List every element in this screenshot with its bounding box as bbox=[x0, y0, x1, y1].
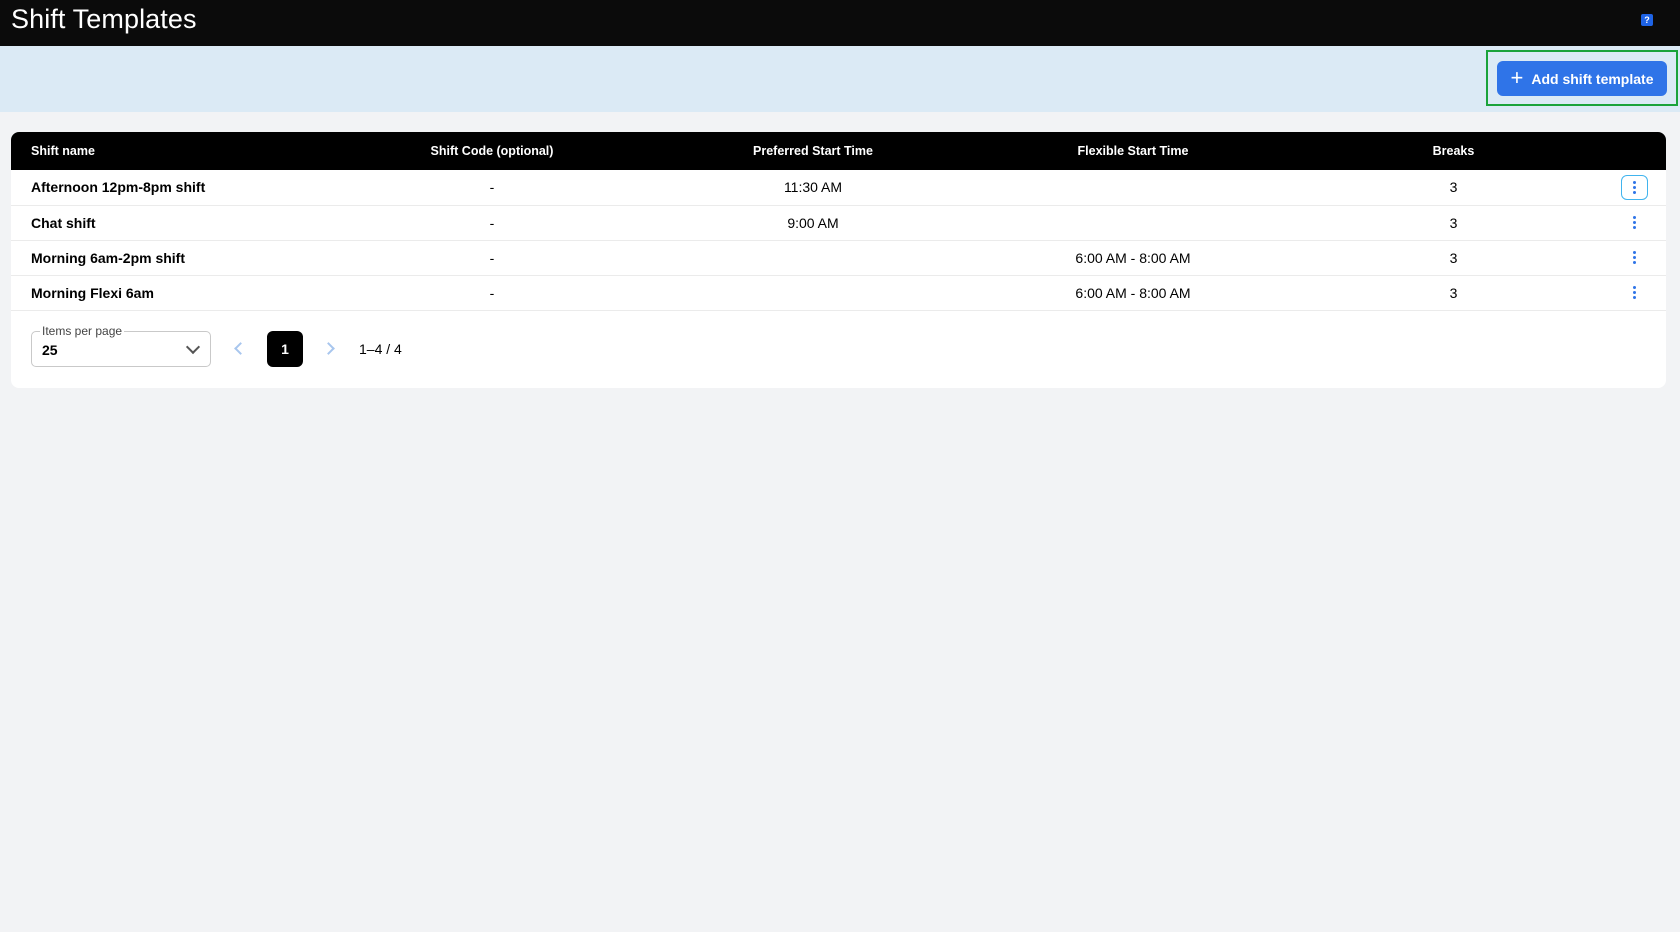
help-icon[interactable]: ? bbox=[1641, 14, 1653, 26]
cell-shift-name: Morning Flexi 6am bbox=[31, 284, 154, 301]
shift-templates-table: Shift name Shift Code (optional) Preferr… bbox=[11, 132, 1666, 311]
cell-flexible-start bbox=[973, 205, 1293, 240]
page-button-current[interactable]: 1 bbox=[267, 331, 303, 367]
cell-shift-code: - bbox=[489, 249, 495, 266]
cell-preferred-start bbox=[653, 275, 973, 310]
chevron-down-icon bbox=[185, 339, 201, 355]
table-header-row: Shift name Shift Code (optional) Preferr… bbox=[11, 132, 1666, 170]
chevron-left-icon[interactable] bbox=[234, 342, 247, 355]
table-row[interactable]: Morning Flexi 6am - 6:00 AM - 8:00 AM 3 bbox=[11, 275, 1666, 310]
cell-shift-code: - bbox=[489, 179, 495, 196]
cell-shift-code: - bbox=[489, 214, 495, 231]
items-per-page-select[interactable]: Items per page 25 bbox=[31, 324, 211, 367]
cell-flexible-start: 6:00 AM - 8:00 AM bbox=[1075, 284, 1191, 301]
cell-actions bbox=[1614, 205, 1666, 240]
toolbar bbox=[0, 46, 1680, 112]
cell-flexible-start: 6:00 AM - 8:00 AM bbox=[1075, 249, 1191, 266]
table-row[interactable]: Chat shift - 9:00 AM 3 bbox=[11, 205, 1666, 240]
more-vertical-icon[interactable] bbox=[1621, 210, 1648, 235]
column-header-shift-name[interactable]: Shift name bbox=[11, 132, 331, 170]
cell-breaks: 3 bbox=[1449, 249, 1458, 266]
cell-actions bbox=[1614, 275, 1666, 310]
cell-actions bbox=[1614, 240, 1666, 275]
cell-shift-code: - bbox=[489, 284, 495, 301]
plus-icon: + bbox=[1510, 64, 1524, 90]
items-per-page-label: Items per page bbox=[40, 324, 125, 338]
cell-preferred-start bbox=[653, 240, 973, 275]
shift-templates-card: Shift name Shift Code (optional) Preferr… bbox=[11, 132, 1666, 388]
more-vertical-icon[interactable] bbox=[1621, 280, 1648, 305]
page-title: Shift Templates bbox=[11, 4, 197, 34]
add-shift-template-button[interactable]: + Add shift template bbox=[1497, 61, 1667, 96]
cell-breaks: 3 bbox=[1449, 284, 1458, 301]
cell-shift-name: Chat shift bbox=[31, 214, 96, 231]
cell-shift-name: Afternoon 12pm-8pm shift bbox=[31, 179, 206, 196]
add-shift-template-label: Add shift template bbox=[1531, 70, 1654, 87]
cell-shift-name: Morning 6am-2pm shift bbox=[31, 249, 186, 266]
more-vertical-icon[interactable] bbox=[1621, 245, 1648, 270]
pagination-bar: Items per page 25 1 1–4 / 4 bbox=[11, 310, 1666, 388]
column-header-preferred-start[interactable]: Preferred Start Time bbox=[653, 132, 973, 170]
table-row[interactable]: Morning 6am-2pm shift - 6:00 AM - 8:00 A… bbox=[11, 240, 1666, 275]
column-header-shift-code[interactable]: Shift Code (optional) bbox=[331, 132, 653, 170]
column-header-breaks[interactable]: Breaks bbox=[1293, 132, 1614, 170]
cell-flexible-start bbox=[973, 170, 1293, 205]
cell-preferred-start: 9:00 AM bbox=[787, 214, 839, 231]
cell-breaks: 3 bbox=[1449, 214, 1458, 231]
column-header-actions bbox=[1614, 132, 1666, 170]
chevron-right-icon[interactable] bbox=[322, 342, 335, 355]
cell-preferred-start: 11:30 AM bbox=[783, 179, 843, 196]
pagination-range: 1–4 / 4 bbox=[359, 341, 402, 357]
top-bar: Shift Templates ? bbox=[0, 0, 1680, 46]
cell-actions bbox=[1614, 170, 1666, 205]
more-vertical-icon[interactable] bbox=[1620, 174, 1648, 200]
cell-breaks: 3 bbox=[1449, 179, 1458, 196]
items-per-page-value: 25 bbox=[42, 342, 58, 358]
table-row[interactable]: Afternoon 12pm-8pm shift - 11:30 AM 3 bbox=[11, 170, 1666, 205]
column-header-flexible-start[interactable]: Flexible Start Time bbox=[973, 132, 1293, 170]
